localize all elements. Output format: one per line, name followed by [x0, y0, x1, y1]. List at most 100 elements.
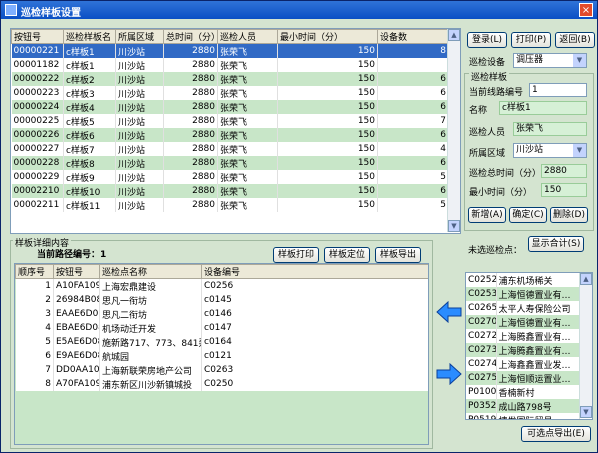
table-cell: c0145 [201, 293, 428, 307]
scroll-up-icon[interactable]: ▲ [580, 273, 592, 285]
show-total-button[interactable]: 显示合计(S) [528, 236, 584, 252]
table-cell: c样板11 [63, 198, 116, 212]
move-right-arrow-icon[interactable] [436, 363, 462, 385]
template-table[interactable]: 按钮号 巡检样板名 所属区域 总时间（分） 巡检人员 最小时间（分） 设备数 0000022… [10, 28, 461, 234]
table-cell: EAAE6D08 [53, 307, 100, 321]
scroll-up-icon[interactable]: ▲ [448, 29, 460, 41]
column-header[interactable]: 总时间（分） [163, 29, 218, 44]
table-row[interactable]: 00000226 c样板6 川沙站 2880 张荣飞 150 6 [11, 128, 449, 142]
delete-button[interactable]: 删除(D) [550, 207, 588, 223]
table-cell: c样板4 [63, 100, 116, 114]
chevron-down-icon[interactable]: ▼ [573, 144, 586, 157]
table-row[interactable]: 5 E5AE6D08 施新路717、773、841弄 c0164 [15, 335, 428, 349]
person-field[interactable]: 张荣飞 [513, 122, 587, 136]
table-row[interactable]: 3 EAAE6D08 思凡二衔坊 c0146 [15, 307, 428, 321]
person-label: 巡检人员 [469, 128, 506, 138]
table-cell: 00000221 [11, 43, 64, 58]
list-item[interactable]: C0253 上海恒德置业有… [466, 287, 580, 301]
template-locate-button[interactable]: 样板定位 [324, 247, 370, 263]
table-cell: 2880 [163, 170, 218, 184]
export-points-button[interactable]: 可选点导出(E) [521, 426, 591, 442]
table-cell: 150 [277, 72, 378, 86]
table-row[interactable]: 8 A70FA109 浦东新区川沙新镇城投 C0250 [15, 377, 428, 391]
list-item[interactable]: P0352 成山路798号 [466, 399, 580, 413]
table-row[interactable]: 2 26984B08 思凡一衔坊 c0145 [15, 293, 428, 307]
column-header[interactable]: 按钮号 [11, 29, 64, 44]
list-item[interactable]: C0274 上海鑫鑫置业发… [466, 357, 580, 371]
print-button[interactable]: 打印(P) [511, 32, 551, 48]
table-cell: 2880 [163, 72, 218, 86]
table-row[interactable]: 00000228 c样板8 川沙站 2880 张荣飞 150 6 [11, 156, 449, 170]
table-cell: 00000228 [11, 156, 64, 170]
column-header[interactable]: 顺序号 [15, 264, 54, 279]
table-cell: 张荣飞 [217, 184, 278, 198]
min-time-field[interactable]: 150 [541, 183, 587, 197]
table-row[interactable]: 00001182 c样板1 川沙站 2880 张荣飞 150 [11, 58, 449, 72]
table-cell: 上海新联荣房地产公司 [99, 363, 202, 377]
table-cell: 张荣飞 [217, 100, 278, 114]
column-header[interactable]: 按钮号 [53, 264, 100, 279]
list-item[interactable]: C0275 上海恒顺运置业… [466, 371, 580, 385]
template-print-button[interactable]: 样板打印 [273, 247, 319, 263]
list-cell: C0270 [466, 315, 497, 329]
current-route-label: 当前路径编号：1 [37, 250, 107, 260]
move-left-arrow-icon[interactable] [436, 301, 462, 323]
table-cell: 8 [377, 43, 449, 58]
list-item[interactable]: C0270 上海恒德置业有… [466, 315, 580, 329]
device-select[interactable]: 调压器 ▼ [513, 53, 587, 68]
list-item[interactable]: C0273 上海腾鑫置业有… [466, 343, 580, 357]
unselected-list[interactable]: C0252 浦东机场稀关 C0253 上海恒德置业有… C0265 太平人寿保险公司 C02… [465, 272, 593, 420]
column-header[interactable]: 巡检点名称 [99, 264, 202, 279]
table-cell: 26984B08 [53, 293, 100, 307]
table-row[interactable]: 00002210 c样板10 川沙站 2880 张荣飞 150 6 [11, 184, 449, 198]
table-row[interactable]: 1 A10FA109 上海宏鼎建设 C0256 [15, 278, 428, 293]
area-select[interactable]: 川沙站 ▼ [513, 143, 587, 158]
table-row[interactable]: 4 EBAE6D08 机场动迁开发 c0147 [15, 321, 428, 335]
scroll-down-icon[interactable]: ▼ [448, 220, 460, 232]
table-cell: 6 [377, 100, 449, 114]
name-field[interactable]: c样板1 [499, 101, 587, 115]
back-button[interactable]: 返回(B) [555, 32, 595, 48]
list-item[interactable]: C0252 浦东机场稀关 [466, 273, 580, 287]
table-row[interactable]: 00000225 c样板5 川沙站 2880 张荣飞 150 7 [11, 114, 449, 128]
close-button[interactable]: × [579, 3, 593, 17]
table-row[interactable]: 00000229 c样板9 川沙站 2880 张荣飞 150 5 [11, 170, 449, 184]
table-row[interactable]: 00000224 c样板4 川沙站 2880 张荣飞 150 6 [11, 100, 449, 114]
column-header[interactable]: 最小时间（分） [277, 29, 378, 44]
column-header[interactable]: 设备编号 [201, 264, 428, 279]
detail-table[interactable]: 顺序号 按钮号 巡检点名称 设备编号 1 A10FA109 上海宏鼎建设 C0256 2 269… [14, 263, 429, 445]
table-cell [377, 58, 449, 72]
min-time-label: 最小时间（分） [469, 188, 533, 198]
table-cell: 川沙站 [115, 184, 164, 198]
login-button[interactable]: 登录(L) [467, 32, 507, 48]
list-item[interactable]: C0272 上海腾鑫置业有… [466, 329, 580, 343]
list-scrollbar[interactable]: ▲ ▼ [579, 273, 592, 418]
column-header[interactable]: 设备数 [377, 29, 449, 44]
table-cell: 川沙站 [115, 128, 164, 142]
scroll-down-icon[interactable]: ▼ [580, 406, 592, 418]
total-time-field[interactable]: 2880 [541, 164, 587, 178]
table-row[interactable]: 00000222 c样板2 川沙站 2880 张荣飞 150 6 [11, 72, 449, 86]
column-header[interactable]: 巡检样板名 [63, 29, 116, 44]
table-row[interactable]: 7DD0AA109上海新联荣房地产公司C0263 [15, 363, 428, 377]
list-cell: C0272 [466, 329, 497, 343]
column-header[interactable]: 巡检人员 [217, 29, 278, 44]
table-row[interactable]: 00000227 c样板7 川沙站 2880 张荣飞 150 4 [11, 142, 449, 156]
table-cell: 张荣飞 [217, 58, 278, 72]
column-header[interactable]: 所属区域 [115, 29, 164, 44]
table-row[interactable]: 00000223 c样板3 川沙站 2880 张荣飞 150 6 [11, 86, 449, 100]
list-item[interactable]: P0519捷发国际贸易 [466, 413, 580, 419]
list-item[interactable]: C0265 太平人寿保险公司 [466, 301, 580, 315]
confirm-button[interactable]: 确定(C) [509, 207, 547, 223]
template-export-button[interactable]: 样板导出 [375, 247, 421, 263]
table-cell: 8 [15, 377, 54, 391]
table-scrollbar[interactable]: ▲ ▼ [447, 29, 460, 232]
list-item[interactable]: P0100 香楠新村 [466, 385, 580, 399]
table-row[interactable]: 6 E9AE6D08 航城园 c0121 [15, 349, 428, 363]
table-row[interactable]: 00002211 c样板11 川沙站 2880 张荣飞 150 5 [11, 198, 449, 212]
table-row[interactable]: 00000221 c样板1 川沙站 2880 张荣飞 150 8 [11, 43, 449, 58]
list-cell: P0352 [466, 399, 497, 413]
add-button[interactable]: 新增(A) [468, 207, 506, 223]
chevron-down-icon[interactable]: ▼ [573, 54, 586, 67]
route-no-field[interactable]: 1 [529, 83, 587, 97]
